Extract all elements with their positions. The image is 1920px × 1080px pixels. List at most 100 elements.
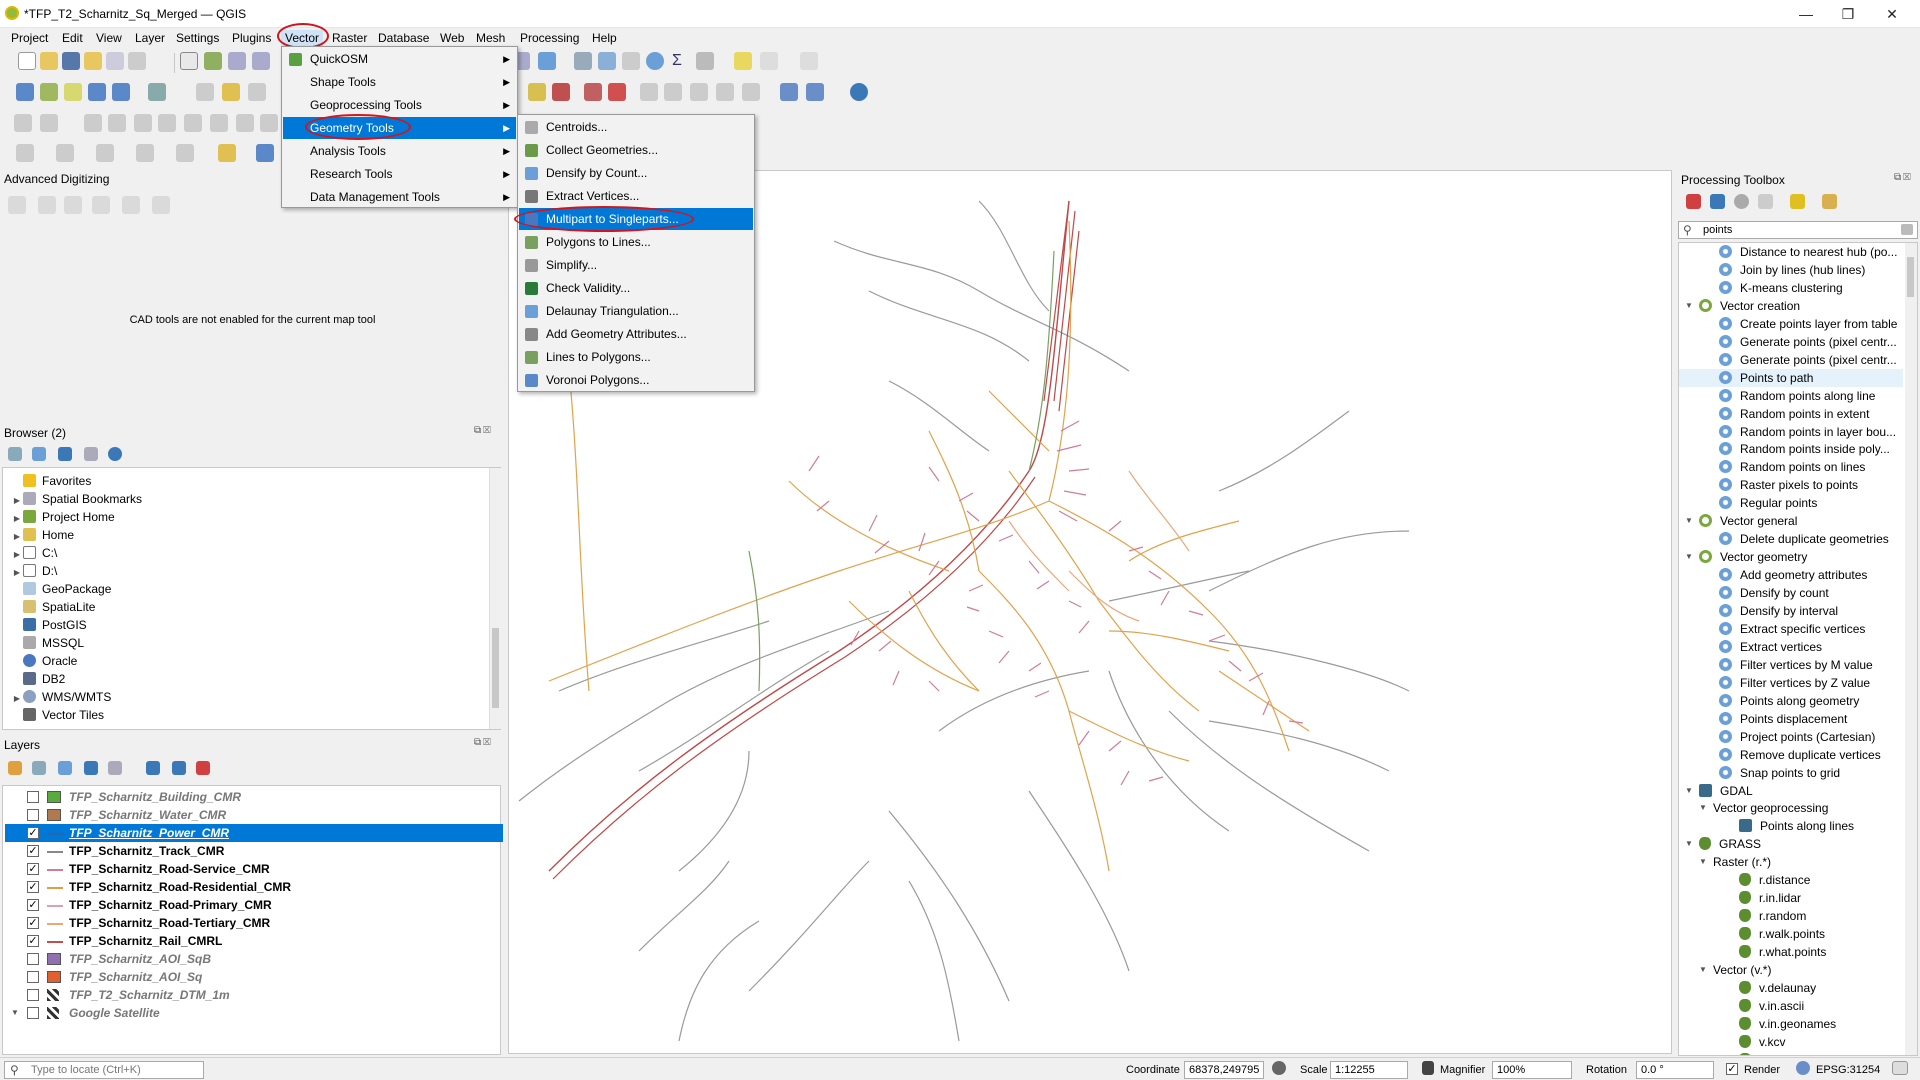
parallel-icon[interactable] [64, 196, 82, 214]
layer-row[interactable]: TFP_Scharnitz_Building_CMR [5, 788, 503, 806]
delete-part-icon[interactable] [260, 114, 278, 132]
measure-icon[interactable] [696, 52, 714, 70]
toolbox-group[interactable]: ▼ Vector creation [1679, 297, 1903, 315]
vector-menu-item-analysis-tools[interactable]: Analysis Tools ▶ [283, 140, 516, 162]
browser-item-oracle[interactable]: Oracle [11, 652, 77, 670]
identify-features-icon[interactable] [574, 52, 592, 70]
move-label-icon[interactable] [640, 83, 658, 101]
toolbox-algorithm[interactable]: Snap points to grid [1679, 764, 1903, 782]
layer-visibility-checkbox[interactable]: ✓ [27, 827, 39, 839]
toolbox-algorithm[interactable]: Generate points (pixel centr... [1679, 351, 1903, 369]
fill-ring-icon[interactable] [210, 114, 228, 132]
geometry-menu-item-delaunay-triangulation[interactable]: Delaunay Triangulation... [519, 300, 753, 322]
new-spatialite-layer-icon[interactable] [88, 83, 106, 101]
expand-all-icon[interactable] [146, 761, 160, 775]
python-console-icon[interactable] [850, 83, 868, 101]
construction-mode-icon[interactable] [38, 196, 56, 214]
toolbox-algorithm[interactable]: r.random [1679, 907, 1903, 925]
zoom-out-icon[interactable] [252, 52, 270, 70]
vector-menu-item-geoprocessing-tools[interactable]: Geoprocessing Tools ▶ [283, 94, 516, 116]
toolbox-algorithm[interactable]: Extract specific vertices [1679, 620, 1903, 638]
toolbox-algorithm[interactable]: Project points (Cartesian) [1679, 728, 1903, 746]
toolbox-group[interactable]: ▼ Vector general [1679, 512, 1903, 530]
label-properties-icon[interactable] [716, 83, 734, 101]
render-checkbox[interactable]: ✓ [1726, 1063, 1738, 1075]
highlight-labels-icon[interactable] [584, 83, 602, 101]
select-all-icon[interactable] [136, 144, 154, 162]
close-window-button[interactable]: ✕ [1882, 4, 1902, 24]
expand-arrow-icon[interactable]: ▼ [1699, 961, 1707, 979]
locator-search-input[interactable]: ⚲ Type to locate (Ctrl+K) [4, 1061, 204, 1079]
open-project-icon[interactable] [40, 52, 58, 70]
menu-help[interactable]: Help [588, 30, 621, 46]
pan-to-selection-icon[interactable] [204, 52, 222, 70]
geometry-menu-item-voronoi-polygons[interactable]: Voronoi Polygons... [519, 369, 753, 391]
layer-row[interactable]: TFP_Scharnitz_AOI_Sq [5, 968, 503, 986]
toolbox-algorithm[interactable]: r.distance [1679, 871, 1903, 889]
layer-row[interactable]: ✓ TFP_Scharnitz_Road-Tertiary_CMR [5, 914, 503, 932]
toolbox-algorithm[interactable]: Generate points (pixel centr... [1679, 333, 1903, 351]
enable-advanced-digitizing-icon[interactable] [8, 196, 26, 214]
geometry-menu-item-add-geometry-attributes[interactable]: Add Geometry Attributes... [519, 323, 753, 345]
filter-browser-icon[interactable] [58, 447, 72, 461]
remove-layer-icon[interactable] [196, 761, 210, 775]
expand-arrow-icon[interactable]: ▼ [1685, 297, 1693, 315]
toolbox-group[interactable]: ▼ Vector geometry [1679, 548, 1903, 566]
geometry-menu-item-multipart-to-singleparts[interactable]: Multipart to Singleparts... [519, 208, 753, 230]
layer-visibility-checkbox[interactable] [27, 1007, 39, 1019]
maximize-button[interactable]: ❐ [1838, 4, 1858, 24]
options-icon[interactable] [1822, 194, 1837, 209]
new-geopackage-layer-icon[interactable] [40, 83, 58, 101]
vector-menu-item-quickosm[interactable]: QuickOSM ▶ [283, 48, 516, 70]
layer-visibility-checkbox[interactable]: ✓ [27, 845, 39, 857]
toolbox-algorithm[interactable]: Filter vertices by M value [1679, 656, 1903, 674]
geometry-menu-item-extract-vertices[interactable]: Extract Vertices... [519, 185, 753, 207]
scripts-icon[interactable] [1710, 194, 1725, 209]
toolbox-algorithm[interactable]: Random points inside poly... [1679, 440, 1903, 458]
layer-visibility-checkbox[interactable] [27, 809, 39, 821]
open-layer-styling-icon[interactable] [8, 761, 22, 775]
messages-icon[interactable] [1892, 1061, 1908, 1075]
filter-by-expression-icon[interactable] [108, 761, 122, 775]
menu-view[interactable]: View [92, 30, 126, 46]
scale-combobox[interactable]: 1:12255 [1330, 1061, 1408, 1079]
deselect-features-icon[interactable] [96, 144, 114, 162]
toolbox-algorithm[interactable]: Regular points [1679, 494, 1903, 512]
toolbox-algorithm[interactable]: Random points in extent [1679, 405, 1903, 423]
lock-scale-icon[interactable] [1422, 1061, 1434, 1075]
layer-row[interactable]: ▼ Google Satellite [5, 1004, 503, 1022]
manage-map-themes-icon[interactable] [58, 761, 72, 775]
geometry-menu-item-lines-to-polygons[interactable]: Lines to Polygons... [519, 346, 753, 368]
simplify-feature-icon[interactable] [134, 114, 152, 132]
toggle-extents-icon[interactable] [1272, 1061, 1286, 1075]
browser-item-home[interactable]: ▶ Home [11, 526, 74, 544]
perpendicular-icon[interactable] [92, 196, 110, 214]
collapse-all-layers-icon[interactable] [172, 761, 186, 775]
select-by-location-icon[interactable] [218, 144, 236, 162]
select-features-icon[interactable] [16, 144, 34, 162]
new-project-icon[interactable] [18, 52, 36, 70]
zoom-in-icon[interactable] [228, 52, 246, 70]
toolbox-algorithm[interactable]: v.in.ascii [1679, 997, 1903, 1015]
vertex-tool-icon[interactable] [40, 114, 58, 132]
browser-item-mssql[interactable]: MSSQL [11, 634, 84, 652]
toolbox-search-input[interactable]: ⚲ points [1678, 221, 1918, 239]
snapping-settings-icon[interactable] [122, 196, 140, 214]
map-tips-icon[interactable] [734, 52, 752, 70]
layout-manager-icon[interactable] [106, 52, 124, 70]
browser-scrollbar[interactable] [489, 468, 501, 729]
geometry-menu-item-densify-by-count[interactable]: Densify by Count... [519, 162, 753, 184]
menu-edit[interactable]: Edit [58, 30, 87, 46]
data-source-manager-icon[interactable] [16, 83, 34, 101]
toolbox-algorithm[interactable]: Densify by interval [1679, 602, 1903, 620]
toggle-editing-icon[interactable] [222, 83, 240, 101]
menu-plugins[interactable]: Plugins [228, 30, 275, 46]
layers-dock-buttons[interactable]: ⧉☒ [474, 737, 493, 748]
toolbox-group[interactable]: ▼ Vector geoprocessing [1679, 799, 1903, 817]
vector-menu-item-shape-tools[interactable]: Shape Tools ▶ [283, 71, 516, 93]
toolbox-algorithm[interactable]: Points displacement [1679, 710, 1903, 728]
rotate-label-icon[interactable] [664, 83, 682, 101]
processing-toolbox-icon[interactable] [646, 52, 664, 70]
expand-arrow-icon[interactable]: ▼ [1685, 548, 1693, 566]
crs-label[interactable]: EPSG:31254 [1816, 1064, 1880, 1076]
